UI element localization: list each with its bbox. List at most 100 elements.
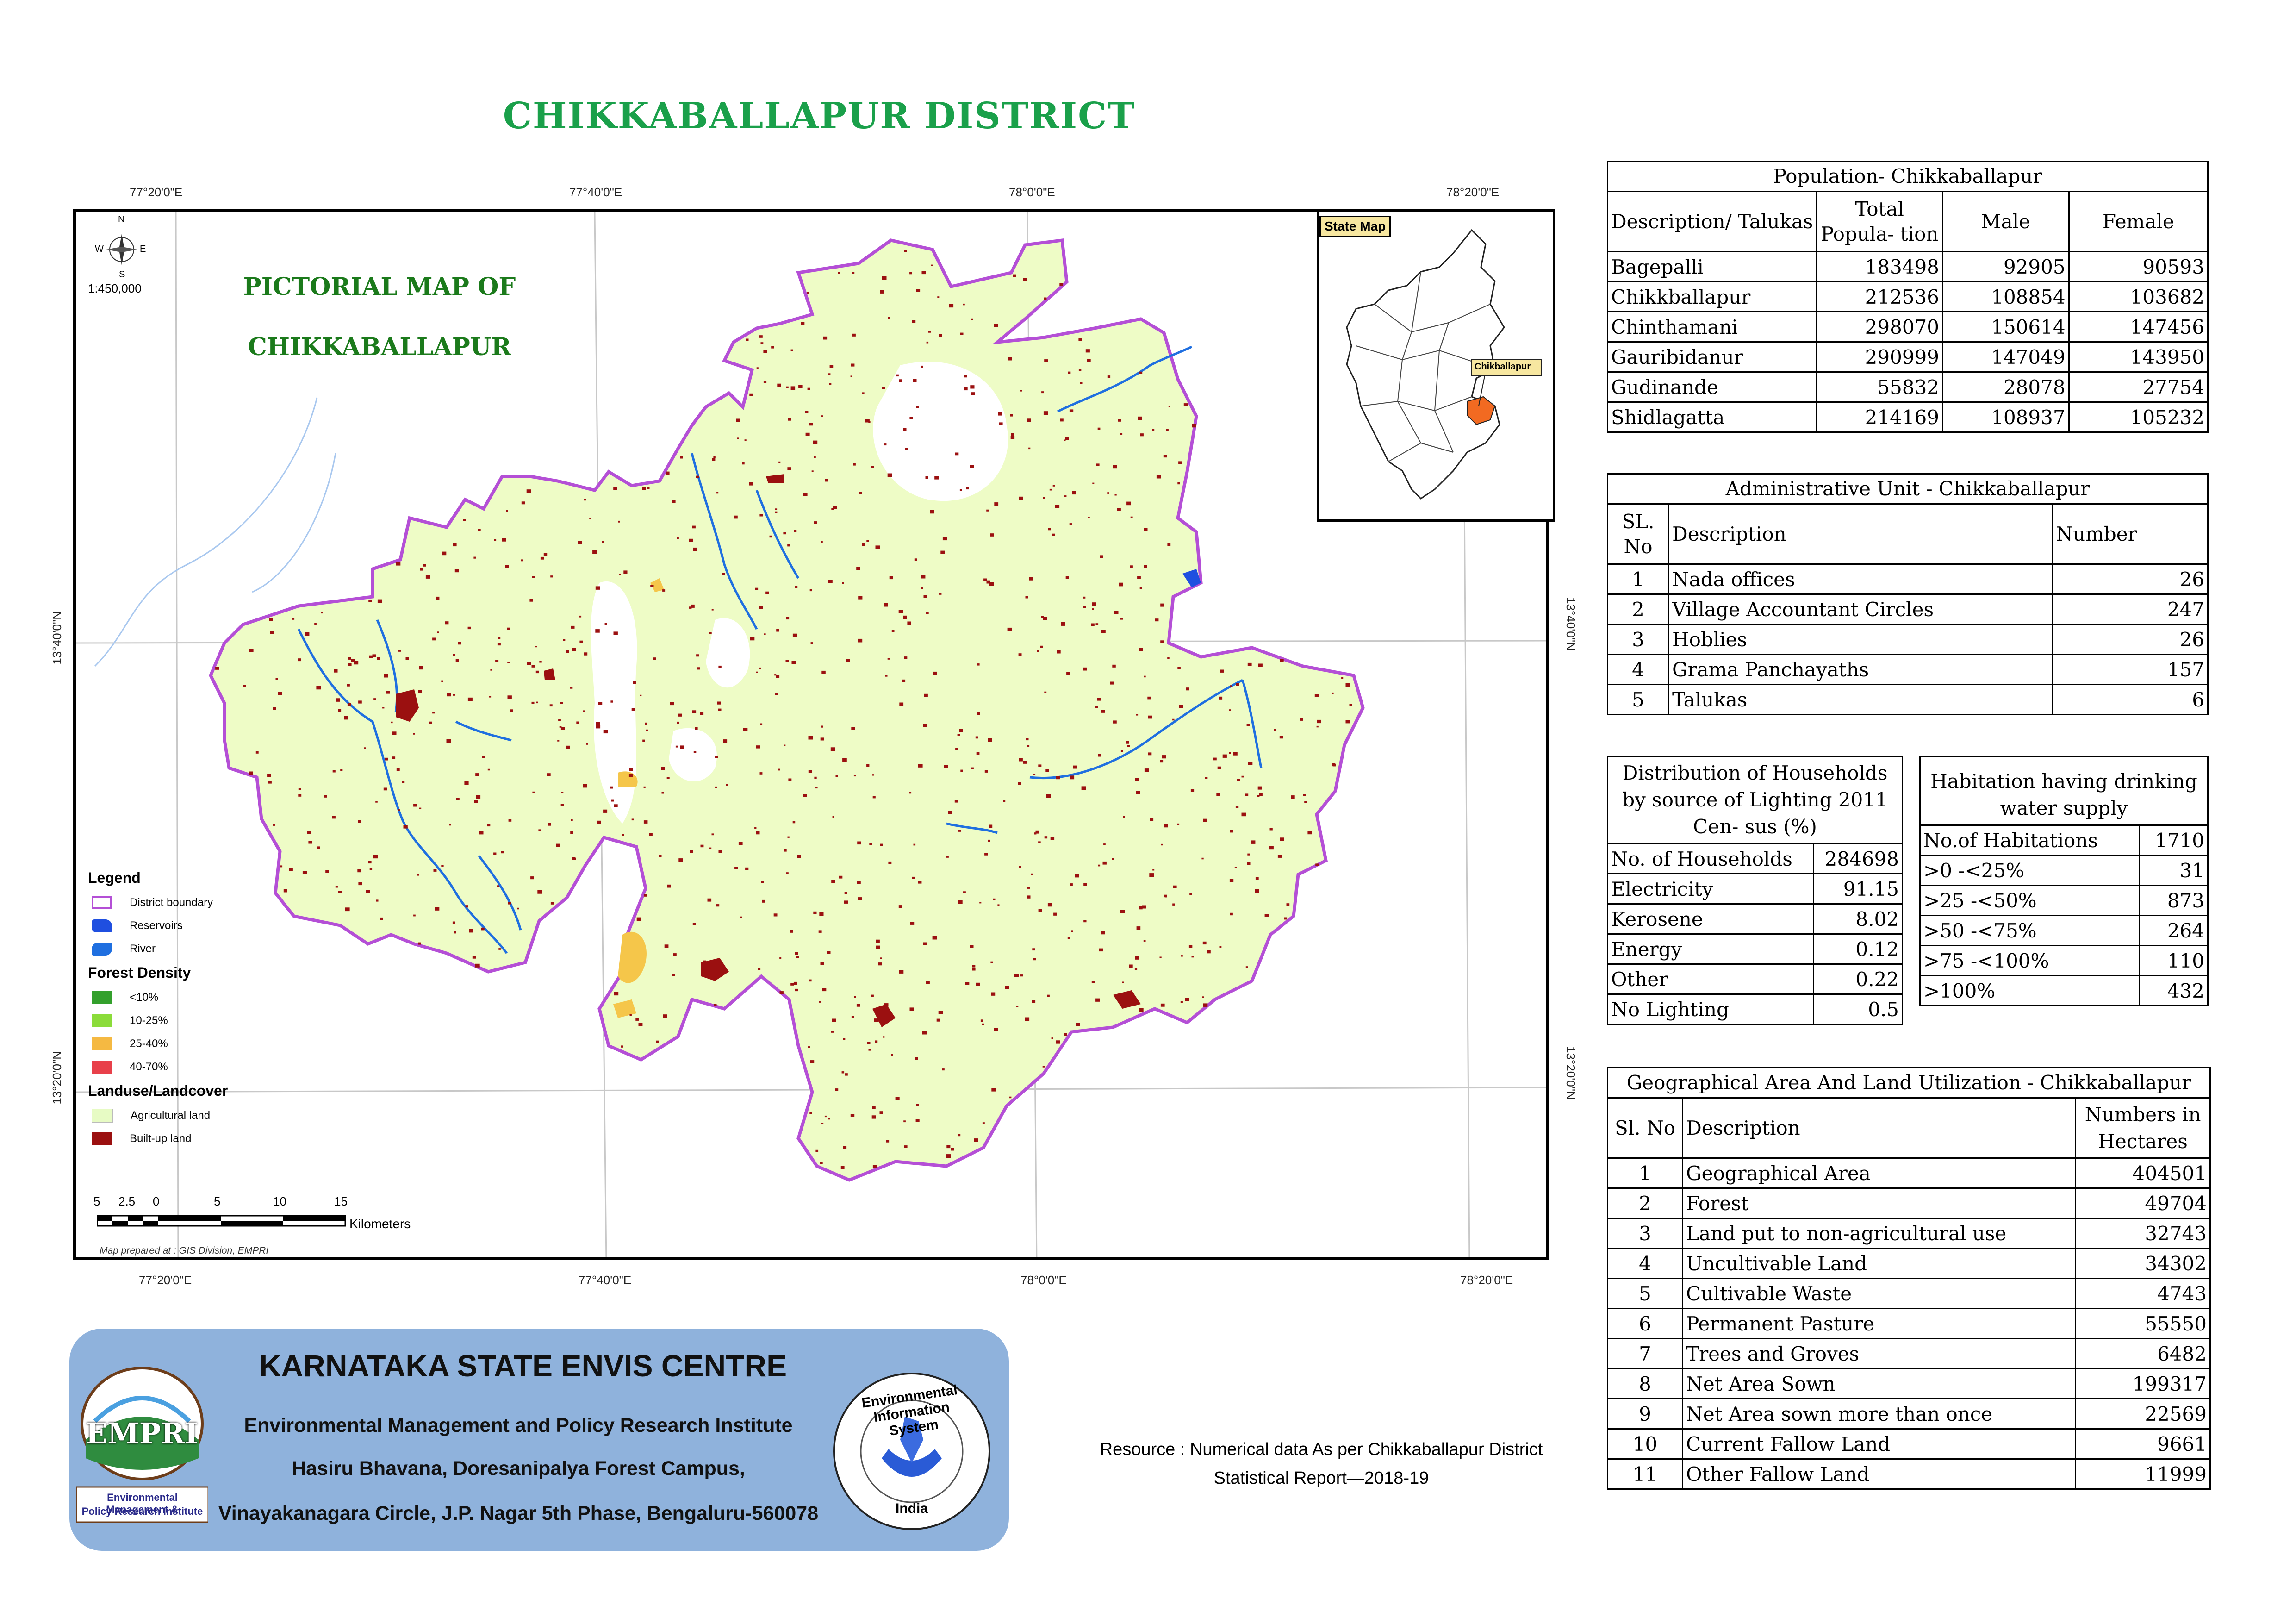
builtup-patch [734,867,738,869]
builtup-patch [535,646,537,648]
builtup-patch [784,744,786,746]
builtup-patch [923,724,927,727]
builtup-patch [818,930,822,933]
builtup-patch [921,365,923,368]
builtup-patch [775,511,778,513]
builtup-patch [828,580,833,583]
builtup-patch [505,565,509,568]
builtup-patch [673,953,677,956]
builtup-patch [888,861,892,864]
builtup-patch [692,923,696,925]
builtup-patch [1178,461,1182,464]
builtup-patch [738,842,743,845]
builtup-patch [589,518,591,519]
builtup-patch [1041,391,1044,394]
empri-logo: EMPRI Environmental Management & Policy … [75,1366,209,1523]
builtup-patch [695,727,698,730]
builtup-patch [465,905,468,908]
builtup-patch [507,662,510,663]
builtup-patch [340,769,343,771]
builtup-patch [807,292,809,294]
builtup-patch [779,957,782,959]
builtup-patch [642,739,645,742]
builtup-patch [332,770,336,773]
builtup-patch [866,540,869,542]
builtup-patch [559,726,562,728]
builtup-patch [888,317,890,319]
builtup-patch [1127,745,1130,747]
builtup-patch [904,656,908,659]
builtup-patch [391,721,393,724]
legend-item: Agricultural land [88,1104,301,1127]
builtup-patch [1027,745,1030,747]
builtup-patch [693,751,697,753]
builtup-patch [891,1054,893,1056]
builtup-patch [1120,433,1123,435]
builtup-patch [517,907,519,910]
legend-title: Legend [88,869,141,886]
builtup-patch [942,537,947,541]
builtup-patch [743,728,748,731]
coord-top-4: 78°20'0"E [1446,185,1500,199]
builtup-patch [867,1042,871,1044]
builtup-patch [273,824,275,826]
builtup-patch [572,648,576,651]
builtup-patch [1234,867,1237,868]
builtup-patch [976,752,980,755]
builtup-patch [1314,694,1319,697]
builtup-patch [872,1106,876,1109]
builtup-patch [308,841,312,844]
builtup-patch [531,701,535,704]
builtup-patch [653,657,656,660]
builtup-patch [1237,779,1240,781]
builtup-patch [1113,465,1117,469]
builtup-patch [527,662,531,665]
builtup-patch [369,868,373,870]
builtup-patch [1016,1006,1019,1007]
builtup-patch [563,639,566,641]
builtup-patch [268,781,272,784]
builtup-patch [936,1018,940,1022]
builtup-patch [1044,297,1047,300]
builtup-patch [453,654,455,656]
admin-row: 2 Village Accountant Circles 247 [1606,593,2209,625]
coord-bottom-2: 77°40'0"E [579,1273,632,1287]
land-row: 10 Current Fallow Land 9661 [1606,1428,2211,1460]
builtup-patch [1083,596,1086,599]
builtup-patch [598,702,603,705]
builtup-patch [476,795,481,799]
builtup-patch [898,610,903,613]
builtup-patch [454,569,459,573]
builtup-patch [1230,912,1233,916]
builtup-patch [1264,914,1269,917]
builtup-patch [971,767,974,769]
builtup-patch [368,861,372,864]
scale-bar: 5 2.5 0 5 10 15 Kilometers [93,1194,411,1231]
builtup-patch [930,510,934,514]
builtup-patch [1144,565,1147,568]
habitation-caption: Habitation having drinking water supply [1919,756,2209,826]
builtup-patch [521,559,523,562]
builtup-patch [661,767,665,770]
builtup-patch [532,576,535,578]
builtup-patch [972,965,976,968]
builtup-patch [792,633,797,637]
builtup-patch [966,487,969,490]
builtup-patch [1008,357,1012,361]
builtup-patch [809,1112,812,1114]
builtup-patch [993,898,996,900]
builtup-patch [1112,664,1116,668]
builtup-patch [1255,889,1259,893]
builtup-patch [510,709,513,712]
builtup-patch [1177,667,1181,669]
builtup-patch [613,631,618,635]
builtup-patch [1172,903,1175,906]
builtup-patch [358,700,362,704]
builtup-patch [1144,768,1149,772]
builtup-patch [452,921,455,924]
builtup-patch [255,751,259,754]
builtup-patch [449,824,451,826]
builtup-patch [1120,750,1123,752]
builtup-patch [493,852,497,855]
builtup-patch [1219,946,1222,948]
